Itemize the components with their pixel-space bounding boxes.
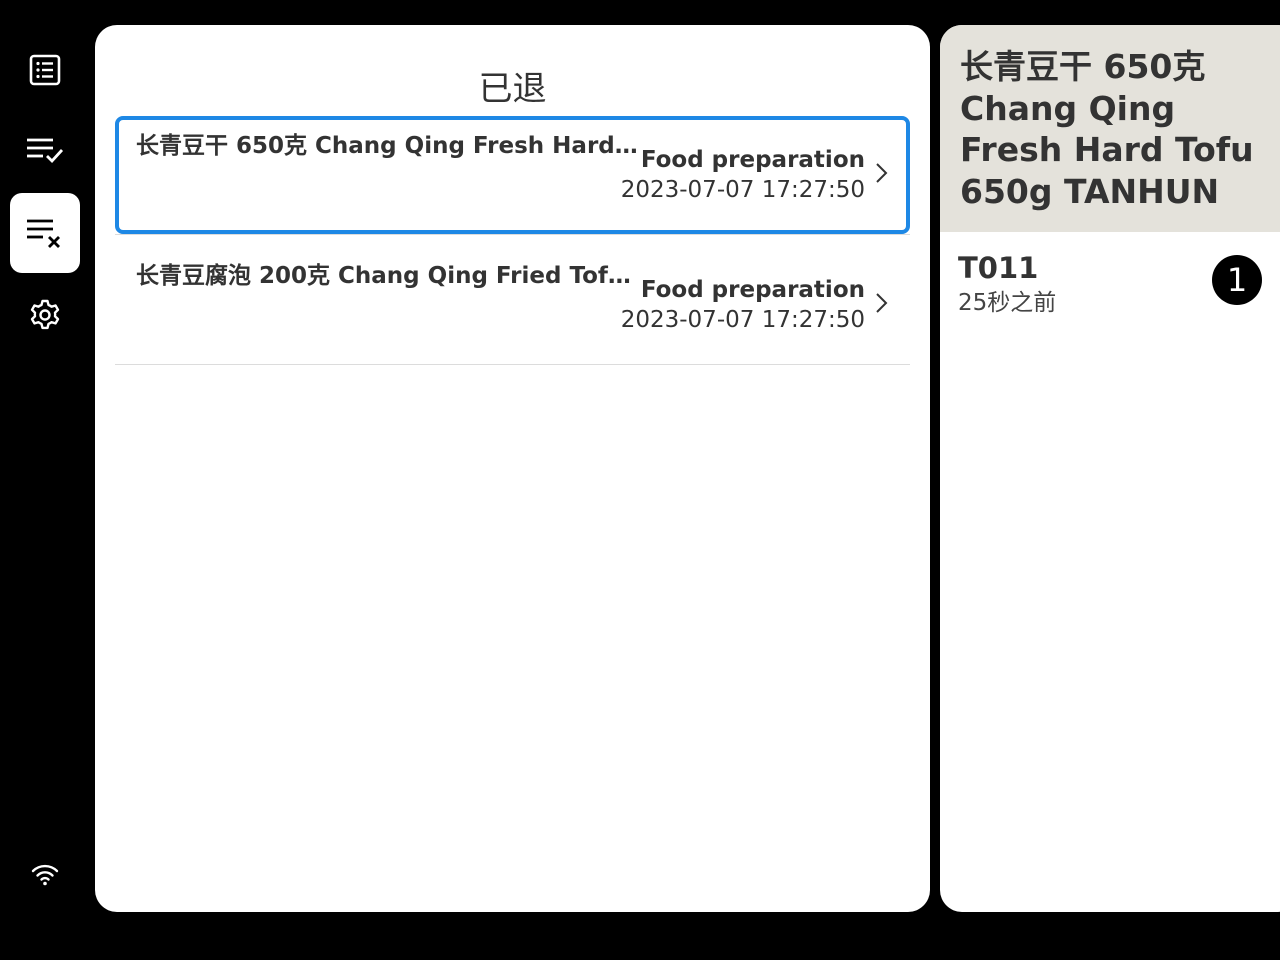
list-icon — [29, 54, 61, 86]
order-item-name: 长青豆干 650克 Chang Qing Fresh Hard To... — [136, 133, 644, 159]
list-check-icon — [27, 138, 64, 164]
list-x-icon — [27, 219, 60, 248]
wifi-status — [29, 862, 61, 888]
quantity-badge: 1 — [1212, 255, 1262, 305]
order-row[interactable]: 长青豆腐泡 200克 Chang Qing Fried Tofu P... Fo… — [115, 245, 910, 365]
order-timestamp: 2023-07-07 17:27:50 — [620, 177, 865, 203]
chevron-right-icon — [876, 163, 888, 183]
order-timestamp: 2023-07-07 17:27:50 — [620, 307, 865, 333]
ticket-id: T011 — [958, 251, 1039, 285]
order-item-name: 长青豆腐泡 200克 Chang Qing Fried Tofu P... — [136, 263, 644, 289]
nav-all-orders-button[interactable] — [10, 30, 80, 110]
order-detail-panel: 长青豆干 650克 Chang Qing Fresh Hard Tofu 650… — [940, 25, 1280, 912]
order-station: Food preparation — [640, 147, 865, 173]
detail-header: 长青豆干 650克 Chang Qing Fresh Hard Tofu 650… — [940, 25, 1280, 232]
nav-settings-button[interactable] — [10, 275, 80, 355]
order-list: 长青豆干 650克 Chang Qing Fresh Hard To... Fo… — [115, 115, 910, 365]
chevron-right-icon — [876, 293, 888, 313]
nav-completed-button[interactable] — [10, 110, 80, 190]
sidebar-nav — [0, 0, 90, 960]
wifi-icon — [31, 864, 59, 886]
nav-returned-button[interactable] — [10, 193, 80, 273]
gear-icon — [30, 299, 60, 330]
order-station: Food preparation — [640, 277, 865, 303]
order-row[interactable]: 长青豆干 650克 Chang Qing Fresh Hard To... Fo… — [115, 115, 910, 235]
returned-orders-panel: 已退 长青豆干 650克 Chang Qing Fresh Hard To...… — [95, 25, 930, 912]
detail-item-title: 长青豆干 650克 Chang Qing Fresh Hard Tofu 650… — [960, 47, 1254, 211]
page-title: 已退 — [478, 69, 547, 109]
ticket-age: 25秒之前 — [958, 290, 1057, 316]
